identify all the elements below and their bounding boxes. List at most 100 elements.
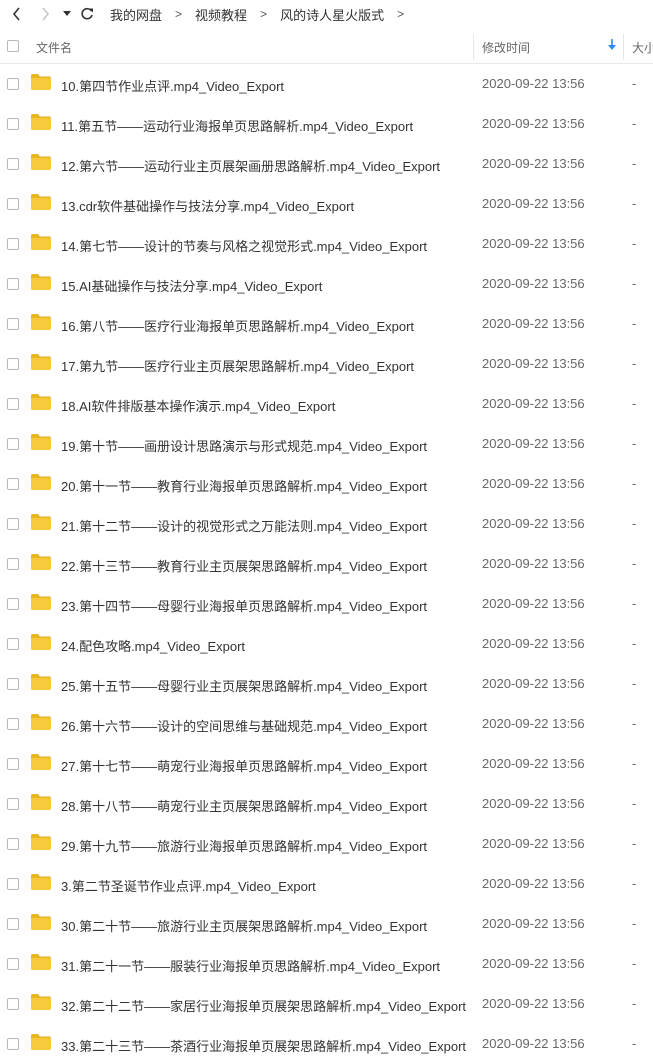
table-row[interactable]: 20.第十一节——教育行业海报单页思路解析.mp4_Video_Export 20… [0, 463, 653, 503]
file-size: - [632, 436, 637, 451]
file-name[interactable]: 26.第十六节——设计的空间思维与基础规范.mp4_Video_Export [61, 716, 427, 735]
file-name[interactable]: 20.第十一节——教育行业海报单页思路解析.mp4_Video_Export [61, 476, 427, 495]
row-checkbox[interactable] [7, 278, 19, 290]
modified-time: 2020-09-22 13:56 [482, 1036, 585, 1051]
file-name[interactable]: 3.第二节圣诞节作业点评.mp4_Video_Export [61, 876, 316, 895]
breadcrumb: 我的网盘 > 视频教程 > 风的诗人星火版式 > [110, 5, 417, 24]
row-checkbox[interactable] [7, 758, 19, 770]
row-checkbox[interactable] [7, 678, 19, 690]
table-row[interactable]: 18.AI软件排版基本操作演示.mp4_Video_Export 2020-09-… [0, 383, 653, 423]
select-all-checkbox[interactable] [7, 40, 19, 52]
row-checkbox[interactable] [7, 318, 19, 330]
file-name[interactable]: 28.第十八节——萌宠行业主页展架思路解析.mp4_Video_Export [61, 796, 427, 815]
row-checkbox[interactable] [7, 558, 19, 570]
file-name[interactable]: 25.第十五节——母婴行业主页展架思路解析.mp4_Video_Export [61, 676, 427, 695]
file-name[interactable]: 16.第八节——医疗行业海报单页思路解析.mp4_Video_Export [61, 316, 414, 335]
table-row[interactable]: 10.第四节作业点评.mp4_Video_Export 2020-09-22 13… [0, 63, 653, 103]
table-row[interactable]: 16.第八节——医疗行业海报单页思路解析.mp4_Video_Export 202… [0, 303, 653, 343]
table-row[interactable]: 25.第十五节——母婴行业主页展架思路解析.mp4_Video_Export 20… [0, 663, 653, 703]
file-name[interactable]: 29.第十九节——旅游行业海报单页思路解析.mp4_Video_Export [61, 836, 427, 855]
file-size: - [632, 996, 637, 1011]
file-name[interactable]: 18.AI软件排版基本操作演示.mp4_Video_Export [61, 396, 335, 415]
folder-icon [31, 194, 51, 210]
file-name[interactable]: 33.第二十三节——茶酒行业海报单页展架思路解析.mp4_Video_Expor… [61, 1036, 466, 1055]
row-checkbox[interactable] [7, 1038, 19, 1050]
table-row[interactable]: 27.第十七节——萌宠行业海报单页思路解析.mp4_Video_Export 20… [0, 743, 653, 783]
table-row[interactable]: 30.第二十节——旅游行业主页展架思路解析.mp4_Video_Export 20… [0, 903, 653, 943]
row-checkbox[interactable] [7, 118, 19, 130]
row-checkbox[interactable] [7, 958, 19, 970]
table-row[interactable]: 33.第二十三节——茶酒行业海报单页展架思路解析.mp4_Video_Expor… [0, 1023, 653, 1063]
file-name[interactable]: 19.第十节——画册设计思路演示与形式规范.mp4_Video_Export [61, 436, 427, 455]
file-name[interactable]: 27.第十七节——萌宠行业海报单页思路解析.mp4_Video_Export [61, 756, 427, 775]
column-header-modified[interactable]: 修改时间 [482, 39, 530, 56]
row-checkbox[interactable] [7, 638, 19, 650]
file-name[interactable]: 22.第十三节——教育行业主页展架思路解析.mp4_Video_Export [61, 556, 427, 575]
row-checkbox[interactable] [7, 398, 19, 410]
table-row[interactable]: 28.第十八节——萌宠行业主页展架思路解析.mp4_Video_Export 20… [0, 783, 653, 823]
table-row[interactable]: 15.AI基础操作与技法分享.mp4_Video_Export 2020-09-2… [0, 263, 653, 303]
file-name[interactable]: 10.第四节作业点评.mp4_Video_Export [61, 76, 284, 95]
table-row[interactable]: 32.第二十二节——家居行业海报单页展架思路解析.mp4_Video_Expor… [0, 983, 653, 1023]
table-row[interactable]: 26.第十六节——设计的空间思维与基础规范.mp4_Video_Export 20… [0, 703, 653, 743]
file-name[interactable]: 23.第十四节——母婴行业海报单页思路解析.mp4_Video_Export [61, 596, 427, 615]
column-header-size[interactable]: 大小 [632, 39, 653, 56]
file-name[interactable]: 15.AI基础操作与技法分享.mp4_Video_Export [61, 276, 322, 295]
column-divider[interactable] [473, 34, 474, 60]
table-row[interactable]: 14.第七节——设计的节奏与风格之视觉形式.mp4_Video_Export 20… [0, 223, 653, 263]
breadcrumb-item-root[interactable]: 我的网盘 [110, 5, 162, 24]
file-size: - [632, 876, 637, 891]
table-row[interactable]: 23.第十四节——母婴行业海报单页思路解析.mp4_Video_Export 20… [0, 583, 653, 623]
folder-icon [31, 554, 51, 570]
table-row[interactable]: 21.第十二节——设计的视觉形式之万能法则.mp4_Video_Export 20… [0, 503, 653, 543]
table-row[interactable]: 29.第十九节——旅游行业海报单页思路解析.mp4_Video_Export 20… [0, 823, 653, 863]
row-checkbox[interactable] [7, 838, 19, 850]
column-divider[interactable] [623, 34, 624, 60]
row-checkbox[interactable] [7, 998, 19, 1010]
row-checkbox[interactable] [7, 358, 19, 370]
file-name[interactable]: 12.第六节——运动行业主页展架画册思路解析.mp4_Video_Export [61, 156, 440, 175]
modified-time: 2020-09-22 13:56 [482, 116, 585, 131]
table-row[interactable]: 31.第二十一节——服装行业海报单页思路解析.mp4_Video_Export 2… [0, 943, 653, 983]
breadcrumb-item-current-folder[interactable]: 风的诗人星火版式 [280, 5, 384, 24]
file-size: - [632, 116, 637, 131]
row-checkbox[interactable] [7, 518, 19, 530]
file-size: - [632, 236, 637, 251]
table-row[interactable]: 17.第九节——医疗行业主页展架思路解析.mp4_Video_Export 202… [0, 343, 653, 383]
refresh-button[interactable] [76, 2, 98, 26]
file-name[interactable]: 31.第二十一节——服装行业海报单页思路解析.mp4_Video_Export [61, 956, 440, 975]
column-header-name[interactable]: 文件名 [36, 39, 72, 56]
row-checkbox[interactable] [7, 438, 19, 450]
table-row[interactable]: 19.第十节——画册设计思路演示与形式规范.mp4_Video_Export 20… [0, 423, 653, 463]
file-name[interactable]: 24.配色攻略.mp4_Video_Export [61, 636, 245, 655]
table-row[interactable]: 13.cdr软件基础操作与技法分享.mp4_Video_Export 2020-0… [0, 183, 653, 223]
forward-button[interactable] [34, 2, 56, 26]
table-row[interactable]: 12.第六节——运动行业主页展架画册思路解析.mp4_Video_Export 2… [0, 143, 653, 183]
file-name[interactable]: 32.第二十二节——家居行业海报单页展架思路解析.mp4_Video_Expor… [61, 996, 466, 1015]
row-checkbox[interactable] [7, 878, 19, 890]
row-checkbox[interactable] [7, 158, 19, 170]
caret-down-icon [63, 11, 71, 16]
row-checkbox[interactable] [7, 598, 19, 610]
file-name[interactable]: 17.第九节——医疗行业主页展架思路解析.mp4_Video_Export [61, 356, 414, 375]
row-checkbox[interactable] [7, 478, 19, 490]
row-checkbox[interactable] [7, 918, 19, 930]
row-checkbox[interactable] [7, 718, 19, 730]
sort-descending-icon[interactable] [608, 39, 616, 53]
table-row[interactable]: 24.配色攻略.mp4_Video_Export 2020-09-22 13:56… [0, 623, 653, 663]
file-name[interactable]: 30.第二十节——旅游行业主页展架思路解析.mp4_Video_Export [61, 916, 427, 935]
file-name[interactable]: 11.第五节——运动行业海报单页思路解析.mp4_Video_Export [61, 116, 413, 135]
table-row[interactable]: 3.第二节圣诞节作业点评.mp4_Video_Export 2020-09-22 … [0, 863, 653, 903]
table-row[interactable]: 11.第五节——运动行业海报单页思路解析.mp4_Video_Export 202… [0, 103, 653, 143]
file-name[interactable]: 21.第十二节——设计的视觉形式之万能法则.mp4_Video_Export [61, 516, 427, 535]
table-row[interactable]: 22.第十三节——教育行业主页展架思路解析.mp4_Video_Export 20… [0, 543, 653, 583]
row-checkbox[interactable] [7, 78, 19, 90]
row-checkbox[interactable] [7, 798, 19, 810]
back-button[interactable] [6, 2, 28, 26]
row-checkbox[interactable] [7, 238, 19, 250]
file-name[interactable]: 13.cdr软件基础操作与技法分享.mp4_Video_Export [61, 196, 354, 215]
history-dropdown-button[interactable] [60, 2, 74, 26]
file-name[interactable]: 14.第七节——设计的节奏与风格之视觉形式.mp4_Video_Export [61, 236, 427, 255]
row-checkbox[interactable] [7, 198, 19, 210]
breadcrumb-item-video-tutorials[interactable]: 视频教程 [195, 5, 247, 24]
